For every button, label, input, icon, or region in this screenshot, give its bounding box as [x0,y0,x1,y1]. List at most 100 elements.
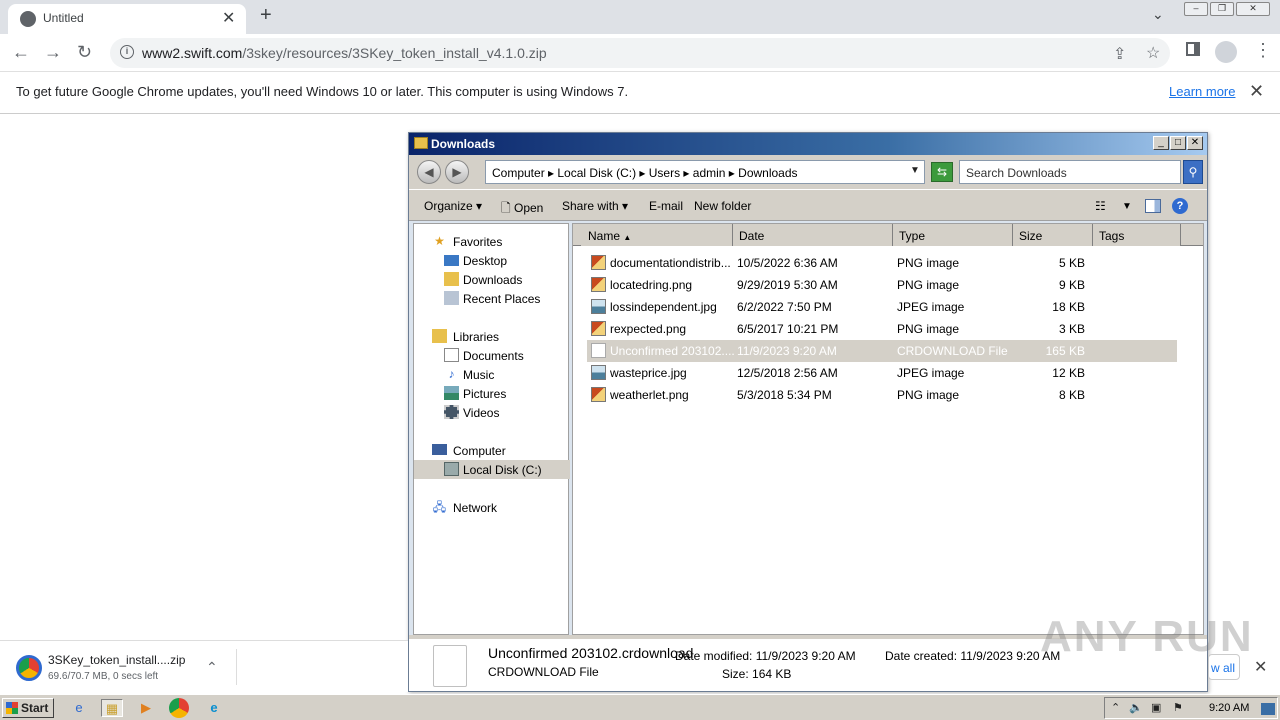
nav-favorites[interactable]: ★ Favorites [414,232,570,251]
nav-local-disk[interactable]: Local Disk (C:) [414,460,570,479]
nav-label: Downloads [463,273,523,287]
column-tags[interactable]: Tags [1093,224,1181,246]
column-type[interactable]: Type [893,224,1013,246]
view-dropdown-icon[interactable]: ▼ [1122,201,1132,212]
reload-icon[interactable]: ↻ [77,42,92,63]
share-icon[interactable]: ⇪ [1113,44,1126,64]
back-arrow-icon[interactable]: ← [12,42,30,63]
modified-value: 11/9/2023 9:20 AM [755,649,856,663]
internet-explorer-icon[interactable]: e [68,699,90,717]
profile-avatar[interactable] [1215,41,1237,63]
nav-computer[interactable]: Computer [414,441,570,460]
side-panel-icon[interactable] [1186,42,1200,56]
nav-desktop[interactable]: Desktop [414,251,570,270]
file-name: wasteprice.jpg [610,366,687,380]
tab-strip: Untitled ✕ + ⌄ – ❐ ✕ [0,0,1280,34]
taskbar: Start e ▦ ▶ e ⌃ 🔈 ▣ ⚑ 9:20 AM [0,694,1280,720]
url-text[interactable]: www2.swift.com/3skey/resources/3SKey_tok… [142,45,547,61]
explorer-taskbar-icon[interactable]: ▦ [101,699,123,717]
explorer-titlebar[interactable]: Downloads _ □ ✕ [409,133,1207,155]
start-label: Start [21,701,49,715]
start-button[interactable]: Start [2,698,54,718]
search-icon[interactable]: ⚲ [1183,160,1203,184]
close-window-button[interactable]: ✕ [1236,2,1270,16]
explorer-forward-icon[interactable]: ▶ [445,160,469,184]
open-button[interactable]: 🗋 Open [501,199,543,220]
restore-button[interactable]: ❐ [1210,2,1234,16]
nav-videos[interactable]: Videos [414,403,570,422]
column-date[interactable]: Date [733,224,893,246]
network-tray-icon[interactable]: ▣ [1151,701,1161,714]
search-placeholder: Search Downloads [966,166,1067,180]
action-center-flag-icon[interactable]: ⚑ [1173,701,1183,714]
details-modified: Date modified: 11/9/2023 9:20 AM [675,649,856,663]
column-name[interactable]: Name ▲ [581,224,733,246]
breadcrumb[interactable]: Computer ▸ Local Disk (C:) ▸ Users ▸ adm… [492,166,798,180]
help-icon[interactable]: ? [1172,198,1188,214]
download-filename[interactable]: 3SKey_token_install....zip [48,653,185,667]
nav-libraries[interactable]: Libraries [414,327,570,346]
blank-file-icon [591,343,606,358]
search-input[interactable]: Search Downloads [959,160,1181,184]
share-with-button[interactable]: Share with ▾ [562,199,628,213]
minimize-button[interactable]: – [1184,2,1208,16]
clock[interactable]: 9:20 AM [1209,702,1249,714]
tray-expand-icon[interactable]: ⌃ [1111,701,1120,714]
chevron-up-icon[interactable]: ⌃ [206,659,218,676]
explorer-maximize-button[interactable]: □ [1170,136,1186,150]
new-folder-button[interactable]: New folder [694,199,751,213]
view-options-icon[interactable]: ☷ [1095,199,1106,213]
file-row[interactable]: locatedring.png 9/29/2019 5:30 AM PNG imag… [587,274,1177,296]
nav-network[interactable]: 🖧 Network [414,498,570,517]
address-dropdown-icon[interactable]: ▼ [910,165,920,176]
download-bar-close-icon[interactable]: ✕ [1254,657,1267,677]
nav-documents[interactable]: Documents [414,346,570,365]
file-list-pane: Name ▲ Date Type Size Tags documentation… [572,223,1204,635]
file-row[interactable]: lossindependent.jpg 6/2/2022 7:50 PM JPEG … [587,296,1177,318]
volume-icon[interactable]: 🔈 [1129,701,1143,714]
modified-label: Date modified: [675,649,753,663]
column-size[interactable]: Size [1013,224,1093,246]
file-row[interactable]: weatherlet.png 5/3/2018 5:34 PM PNG image 8… [587,384,1177,406]
tab-close-icon[interactable]: ✕ [222,8,235,28]
preview-pane-icon[interactable] [1145,199,1161,213]
file-row[interactable]: documentationdistrib... 10/5/2022 6:36 AM… [587,252,1177,274]
explorer-minimize-button[interactable]: _ [1153,136,1169,150]
refresh-icon[interactable]: ⇆ [931,162,953,182]
file-type: PNG image [897,322,960,336]
created-label: Date created: [885,649,958,663]
documents-icon [444,348,459,362]
organize-button[interactable]: Organize ▾ [424,199,482,213]
nav-music[interactable]: ♪ Music [414,365,570,384]
file-row[interactable]: wasteprice.jpg 12/5/2018 2:56 AM JPEG imag… [587,362,1177,384]
show-desktop-icon[interactable] [1261,703,1275,715]
nav-recent-places[interactable]: Recent Places [414,289,570,308]
download-separator [236,649,237,685]
infobar-close-icon[interactable]: ✕ [1249,81,1264,102]
file-row[interactable]: rexpected.png 6/5/2017 10:21 PM PNG image 3… [587,318,1177,340]
png-file-icon [591,277,606,292]
tab-untitled[interactable]: Untitled ✕ [8,4,246,34]
explorer-close-button[interactable]: ✕ [1187,136,1203,150]
media-player-icon[interactable]: ▶ [135,699,157,717]
menu-dots-icon[interactable]: ⋮ [1254,40,1272,61]
file-row[interactable]: Unconfirmed 203102.... 11/9/2023 9:20 AM C… [587,340,1177,362]
jpg-file-icon [591,299,606,314]
explorer-address-field[interactable]: Computer ▸ Local Disk (C:) ▸ Users ▸ adm… [485,160,925,184]
file-name: weatherlet.png [610,388,689,402]
download-status: 69.6/70.7 MB, 0 secs left [48,671,159,682]
site-info-icon[interactable]: i [120,45,134,59]
explorer-back-icon[interactable]: ◀ [417,160,441,184]
bookmark-star-icon[interactable]: ☆ [1146,43,1160,63]
nav-downloads[interactable]: Downloads [414,270,570,289]
tab-search-chevron-icon[interactable]: ⌄ [1152,6,1164,23]
forward-arrow-icon[interactable]: → [44,42,62,63]
learn-more-link[interactable]: Learn more [1169,84,1235,99]
email-button[interactable]: E-mail [649,199,683,213]
edge-taskbar-icon[interactable]: e [203,699,225,717]
chrome-taskbar-icon[interactable] [169,698,189,718]
nav-pictures[interactable]: Pictures [414,384,570,403]
file-size: 5 KB [1058,256,1085,270]
new-tab-button[interactable]: + [260,4,272,27]
address-bar[interactable]: i www2.swift.com/3skey/resources/3SKey_t… [110,38,1170,68]
